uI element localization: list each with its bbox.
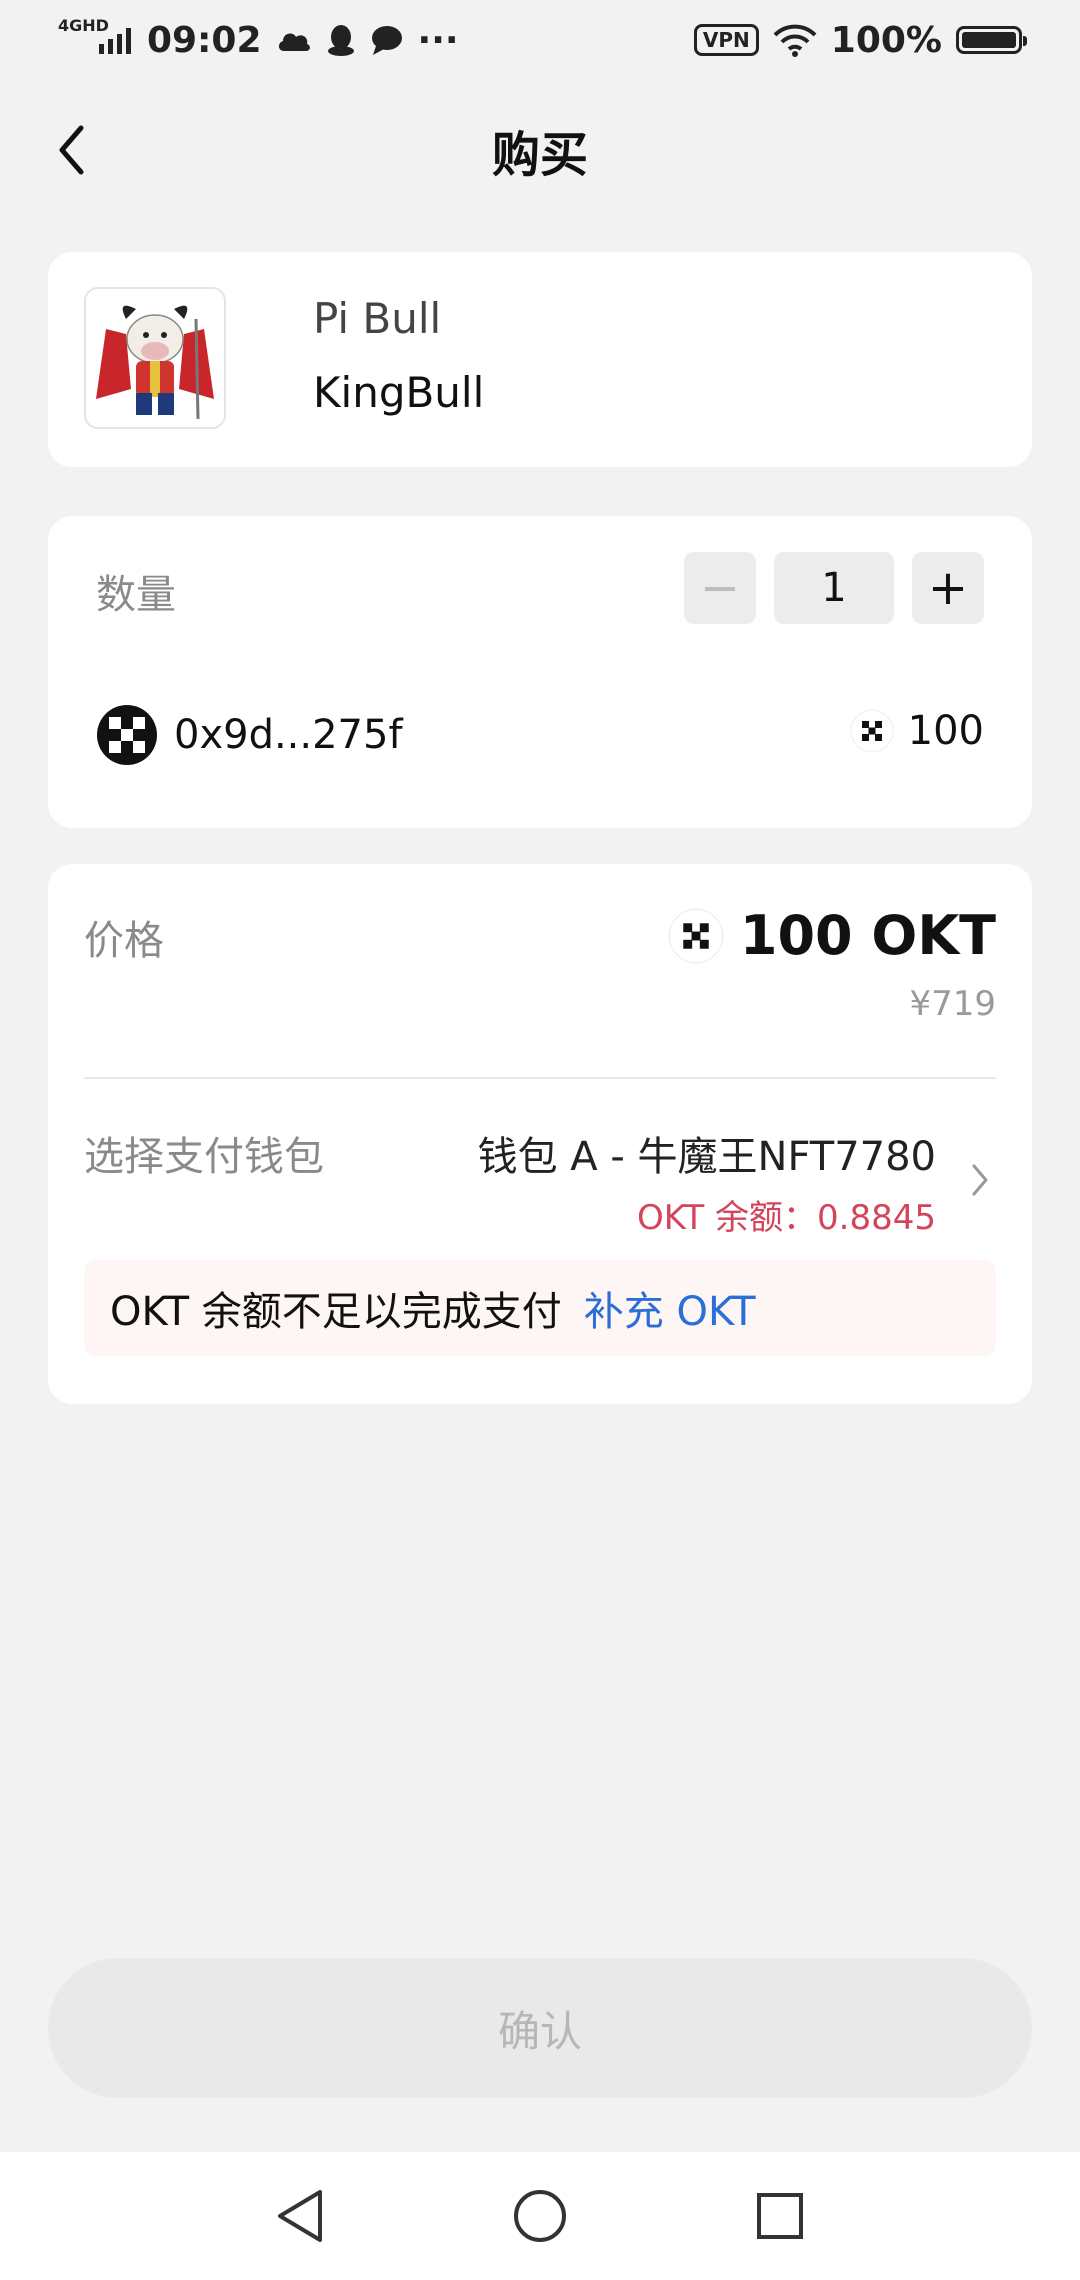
status-right: VPN 100% <box>693 19 1027 61</box>
quantity-label: 数量 <box>96 572 176 618</box>
price-amount: 100 OKT <box>739 904 996 967</box>
wifi-icon <box>773 24 817 57</box>
price-label: 价格 <box>84 918 164 964</box>
circle-home-icon <box>514 2190 566 2242</box>
wallet-name[interactable]: 钱包 A - 牛魔王NFT7780 <box>478 1124 936 1182</box>
status-bar: 4GHD 09:02 ··· VPN 100% <box>0 0 1080 80</box>
bull-mascot-image <box>86 289 224 427</box>
increase-button[interactable]: + <box>912 552 984 624</box>
chevron-left-icon <box>59 125 84 175</box>
owner-address: 0x9d...275f <box>174 712 403 758</box>
okt-token-icon <box>850 709 894 753</box>
insufficient-balance-notice: OKT 余额不足以完成支付 补充 OKT <box>84 1260 996 1356</box>
quantity-card: 数量 − 1 + 0x9d...275f 100 <box>48 516 1032 828</box>
okt-token-icon <box>668 908 724 963</box>
back-button[interactable] <box>44 122 100 178</box>
nav-recents-button[interactable] <box>740 2176 820 2256</box>
cloud-icon <box>278 33 310 51</box>
owner-row: 0x9d...275f <box>96 704 403 766</box>
top-up-link[interactable]: 补充 OKT <box>584 1279 756 1337</box>
quantity-value[interactable]: 1 <box>774 552 894 624</box>
triangle-back-icon <box>278 2190 322 2242</box>
chat-bubble-icon <box>371 26 402 55</box>
nav-home-button[interactable] <box>500 2176 580 2256</box>
clock: 09:02 <box>146 19 262 61</box>
battery-icon <box>956 26 1027 54</box>
warning-text: OKT 余额不足以完成支付 <box>110 1289 562 1335</box>
payment-card: 价格 100 OKT ¥719 选择支付钱包 钱包 A - 牛魔王NFT7780… <box>48 864 1032 1404</box>
owner-balance-row: 100 <box>850 708 984 754</box>
okx-avatar-icon <box>97 705 157 765</box>
confirm-button[interactable]: 确认 <box>48 1958 1032 2098</box>
system-nav-bar <box>0 2152 1080 2280</box>
wallet-selector-button[interactable] <box>960 1160 1000 1200</box>
price-row: 100 OKT <box>668 904 996 967</box>
more-notifications-icon: ··· <box>417 19 459 61</box>
status-left: 4GHD 09:02 ··· <box>58 16 459 61</box>
nft-collection-name: Pi Bull <box>313 294 442 343</box>
nft-thumbnail <box>84 287 226 429</box>
page-title: 购买 <box>491 127 588 183</box>
nft-card: Pi Bull KingBull <box>48 252 1032 467</box>
divider <box>84 1077 996 1079</box>
chevron-right-icon <box>972 1164 988 1196</box>
title-bar: 购买 <box>0 100 1080 200</box>
qq-icon <box>327 25 354 56</box>
nft-name: KingBull <box>313 368 485 417</box>
battery-percent: 100% <box>830 19 942 61</box>
wallet-balance: OKT 余额：0.8845 <box>637 1198 936 1238</box>
wallet-label: 选择支付钱包 <box>84 1134 324 1180</box>
nav-back-button[interactable] <box>260 2176 340 2256</box>
owner-balance: 100 <box>907 708 984 754</box>
square-recents-icon <box>757 2193 803 2239</box>
quantity-stepper: − 1 + <box>684 552 984 624</box>
price-fiat: ¥719 <box>909 984 996 1024</box>
network-type: 4GHD <box>58 16 109 35</box>
decrease-button[interactable]: − <box>684 552 756 624</box>
vpn-badge: VPN <box>693 24 759 56</box>
